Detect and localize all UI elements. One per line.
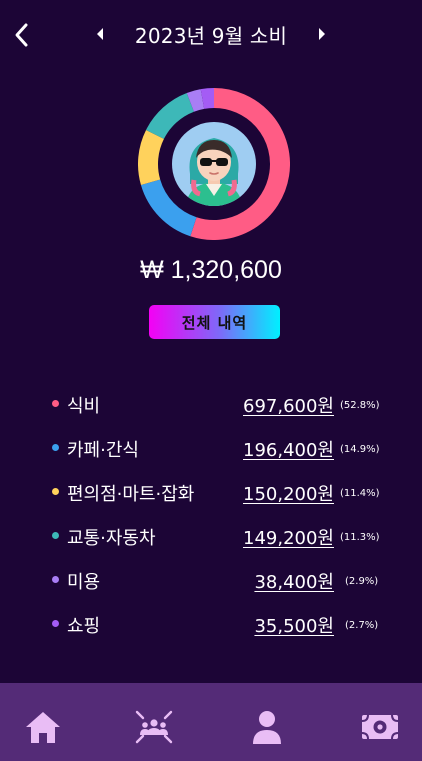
category-percent: (11.3%) xyxy=(340,532,380,543)
category-color-dot xyxy=(52,400,59,407)
category-percent: (52.8%) xyxy=(340,400,380,411)
list-item[interactable]: 교통·자동차 149,200원 (11.3%) xyxy=(0,514,422,558)
list-item[interactable]: 쇼핑 35,500원 (2.7%) xyxy=(0,602,422,646)
category-name: 식비 xyxy=(67,396,101,417)
triangle-right-icon xyxy=(319,28,326,40)
category-amount-link[interactable]: 35,500원 xyxy=(254,612,334,638)
category-percent: (11.4%) xyxy=(340,488,380,499)
total-amount: ₩ 1,320,600 xyxy=(140,256,282,284)
category-color-dot xyxy=(52,576,59,583)
next-month-button[interactable] xyxy=(309,19,335,49)
user-icon xyxy=(253,711,281,744)
category-percent: (14.9%) xyxy=(340,444,380,455)
category-amount-link[interactable]: 150,200원 xyxy=(243,480,334,506)
category-name: 카페·간식 xyxy=(67,440,139,461)
avatar-icon xyxy=(172,122,256,206)
category-name: 편의점·마트·잡화 xyxy=(67,484,195,505)
category-percent: (2.9%) xyxy=(345,576,379,587)
avatar xyxy=(172,122,256,206)
money-icon xyxy=(361,714,399,740)
category-amount-link[interactable]: 38,400원 xyxy=(254,568,334,594)
category-color-dot xyxy=(52,620,59,627)
nav-home-button[interactable] xyxy=(23,709,63,745)
category-percent: (2.7%) xyxy=(345,620,379,631)
list-item[interactable]: 식비 697,600원 (52.8%) xyxy=(0,382,422,426)
group-icon xyxy=(135,710,173,744)
category-name: 쇼핑 xyxy=(67,616,101,637)
nav-community-button[interactable] xyxy=(134,709,174,745)
category-amount-link[interactable]: 697,600원 xyxy=(243,392,334,418)
category-amount-link[interactable]: 196,400원 xyxy=(243,436,334,462)
category-color-dot xyxy=(52,488,59,495)
category-amount-link[interactable]: 149,200원 xyxy=(243,524,334,550)
donut-slice xyxy=(186,89,205,112)
triangle-left-icon xyxy=(96,28,103,40)
list-item[interactable]: 미용 38,400원 (2.9%) xyxy=(0,558,422,602)
donut-slice xyxy=(138,129,165,185)
bottom-nav-bar xyxy=(0,683,422,761)
view-all-history-button[interactable]: 전체 내역 xyxy=(149,305,280,339)
spending-donut-chart xyxy=(138,88,290,240)
category-name: 교통·자동차 xyxy=(67,528,156,549)
month-navigator: 2023년 9월 소비 xyxy=(0,18,422,50)
home-icon xyxy=(26,712,60,743)
category-name: 미용 xyxy=(67,572,101,593)
prev-month-button[interactable] xyxy=(87,19,113,49)
donut-slice xyxy=(200,88,215,109)
nav-spending-button[interactable] xyxy=(360,709,400,745)
category-color-dot xyxy=(52,532,59,539)
list-item[interactable]: 카페·간식 196,400원 (14.9%) xyxy=(0,426,422,470)
nav-profile-button[interactable] xyxy=(247,709,287,745)
header: 2023년 9월 소비 xyxy=(0,0,422,70)
page-title: 2023년 9월 소비 xyxy=(134,23,288,48)
list-item[interactable]: 편의점·마트·잡화 150,200원 (11.4%) xyxy=(0,470,422,514)
category-color-dot xyxy=(52,444,59,451)
